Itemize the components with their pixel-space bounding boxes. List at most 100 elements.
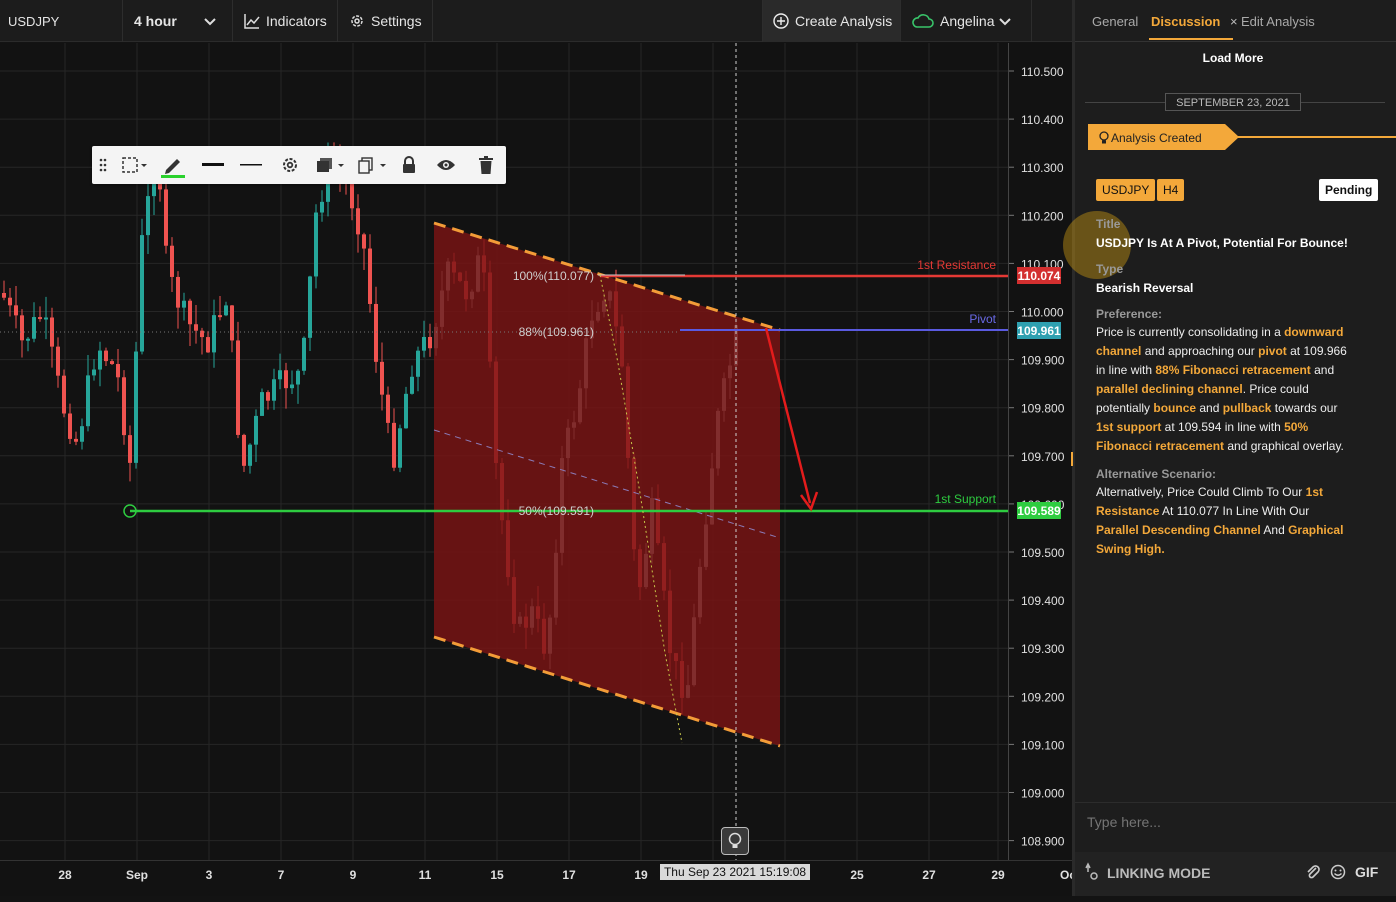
time-axis[interactable]: 28Sep379111517192123252729Oct Thu Sep 23…: [0, 860, 1080, 896]
layer-order-button[interactable]: [310, 146, 348, 184]
symbol-label: USDJPY: [8, 13, 60, 29]
line-color-button[interactable]: [156, 146, 190, 184]
select-template-button[interactable]: [114, 146, 154, 184]
visibility-button[interactable]: [430, 146, 462, 184]
price-tick-label: 109.200: [1021, 690, 1065, 704]
tab-general[interactable]: General: [1092, 14, 1138, 29]
time-tick-label: 27: [922, 868, 936, 882]
line-style-button[interactable]: [234, 146, 268, 184]
dashed-square-icon: [122, 157, 147, 173]
chevron-down-icon: [204, 18, 216, 26]
lightbulb-icon: [1099, 131, 1109, 144]
pivot-level-label: Pivot: [969, 312, 996, 326]
fib-88-label: 88%(109.961): [519, 325, 594, 339]
price-tick-label: 110.200: [1021, 209, 1064, 223]
price-tick-label: 109.400: [1021, 594, 1065, 608]
indicators-label: Indicators: [266, 13, 327, 29]
drawing-settings-button[interactable]: [274, 146, 306, 184]
price-tick-label: 110.500: [1021, 65, 1064, 79]
support-level-label: 1st Support: [935, 492, 997, 506]
preference-label: Preference:: [1096, 307, 1163, 321]
emoji-icon[interactable]: [1330, 864, 1346, 880]
create-analysis-button[interactable]: Create Analysis: [762, 0, 901, 42]
time-tick-label: 7: [278, 868, 285, 882]
price-tick-label: 109.500: [1021, 546, 1065, 560]
eye-icon: [437, 160, 455, 170]
alternative-text: Alternatively, Price Could Climb To Our …: [1096, 485, 1344, 556]
chart-line-icon: [244, 14, 260, 29]
time-tick-label: Sep: [126, 868, 148, 882]
time-tick-label: 11: [419, 868, 432, 882]
user-menu[interactable]: Angelina: [902, 0, 1032, 42]
gear-icon: [283, 158, 297, 172]
linking-mode-toggle[interactable]: LINKING MODE: [1107, 865, 1210, 881]
pencil-icon: [161, 159, 185, 178]
fib-50-label: 50%(109.591): [519, 504, 594, 518]
price-axis[interactable]: 110.500 110.400 110.300 110.200 110.100 110.0…: [1008, 43, 1072, 860]
tab-active-underline: [1149, 38, 1233, 40]
drawing-toolbar: [92, 146, 506, 184]
symbol-tag: USDJPY: [1096, 179, 1156, 201]
timeframe-selector[interactable]: 4 hour: [123, 0, 233, 42]
time-tick-label: 25: [850, 868, 864, 882]
analysis-panel: General Discussion × Edit Analysis Load …: [1063, 0, 1396, 896]
resistance-price: 110.074: [1018, 269, 1061, 283]
price-tick-label: 109.300: [1021, 642, 1065, 656]
price-tick-label: 108.900: [1021, 835, 1065, 849]
drag-handle[interactable]: [94, 146, 112, 184]
create-analysis-label: Create Analysis: [795, 13, 893, 29]
plus-circle-icon: [773, 13, 789, 29]
symbol-selector[interactable]: USDJPY: [0, 0, 123, 42]
analysis-title: USDJPY Is At A Pivot, Potential For Boun…: [1096, 236, 1348, 250]
composer-footer: LINKING MODE GIF: [1075, 852, 1396, 896]
price-tick-label: 110.300: [1021, 161, 1064, 175]
linking-mode-icon[interactable]: [1083, 862, 1101, 882]
type-label: Type: [1096, 262, 1124, 276]
crosshair-time: Thu Sep 23 2021 15:19:08: [664, 865, 806, 879]
load-more-button[interactable]: Load More: [1075, 51, 1391, 65]
price-tick-label: 110.000: [1021, 306, 1064, 320]
close-icon[interactable]: ×: [1230, 14, 1238, 29]
time-tick-label: 19: [634, 868, 648, 882]
tab-discussion[interactable]: Discussion ×: [1151, 14, 1238, 29]
paperclip-icon[interactable]: [1306, 864, 1320, 880]
line-width-thick-button[interactable]: [196, 146, 230, 184]
timeframe-tag: H4: [1157, 179, 1185, 201]
user-name: Angelina: [940, 13, 995, 29]
preference-text: Price is currently consolidating in a do…: [1096, 325, 1347, 453]
tab-edit-analysis[interactable]: Edit Analysis: [1241, 14, 1315, 29]
lock-icon: [403, 156, 415, 173]
settings-button[interactable]: Settings: [339, 0, 433, 42]
time-tick-label: 29: [991, 868, 1005, 882]
layers-icon: [317, 158, 344, 172]
settings-label: Settings: [371, 13, 422, 29]
price-tick-label: 109.900: [1021, 354, 1065, 368]
line-thick-icon: [202, 163, 224, 166]
message-input[interactable]: [1085, 808, 1389, 836]
chevron-down-icon: [999, 18, 1011, 26]
title-label: Title: [1096, 217, 1121, 231]
idea-marker[interactable]: [721, 827, 749, 855]
fib-100-label: 100%(110.077): [513, 269, 594, 283]
date-separator: SEPTEMBER 23, 2021: [1165, 93, 1301, 111]
grip-icon: [99, 158, 107, 172]
lock-button[interactable]: [394, 146, 424, 184]
lightbulb-icon: [728, 832, 742, 848]
gif-button[interactable]: GIF: [1355, 864, 1378, 880]
delete-button[interactable]: [470, 146, 502, 184]
tab-discussion-label: Discussion: [1151, 14, 1221, 29]
time-tick-label: 17: [562, 868, 576, 882]
time-tick-label: Oct: [1060, 868, 1072, 882]
indicators-button[interactable]: Indicators: [234, 0, 338, 42]
timeframe-label: 4 hour: [134, 13, 177, 29]
chart-canvas[interactable]: 1st Resistance Pivot 1st Support 100%(11…: [0, 43, 1008, 860]
time-tick-label: 28: [58, 868, 72, 882]
time-tick-label: 9: [350, 868, 357, 882]
time-tick-label: 15: [490, 868, 504, 882]
price-tick-label: 109.000: [1021, 787, 1065, 801]
clone-button[interactable]: [352, 146, 390, 184]
tabs-divider: [1075, 41, 1396, 42]
copy-icon: [358, 157, 386, 174]
price-tick-label: 109.700: [1021, 450, 1065, 464]
composer-divider: [1075, 802, 1396, 803]
